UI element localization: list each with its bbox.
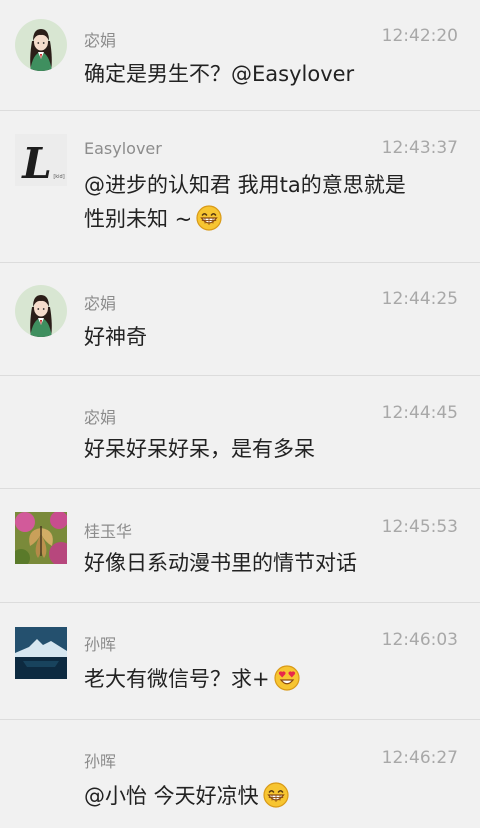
user-name[interactable]: 宓娟 (84, 290, 116, 314)
timestamp: 12:43:37 (381, 138, 458, 158)
message-line-text: 老大有微信号？求+ (84, 667, 270, 691)
user-name[interactable]: 桂玉华 (84, 518, 132, 542)
iceberg-avatar[interactable] (15, 627, 67, 679)
user-name[interactable]: 孙晖 (84, 748, 116, 772)
heart-eyes-emoji (274, 665, 300, 691)
message-item[interactable]: 宓娟 12:44:25 好神奇 (0, 263, 480, 376)
message-line: 性别未知 ~ (84, 202, 460, 236)
timestamp: 12:46:03 (381, 630, 458, 650)
girl-avatar[interactable] (15, 285, 67, 337)
message-item[interactable]: 孙晖 12:46:27 @小怡 今天好凉快 (0, 720, 480, 828)
timestamp: 12:45:53 (381, 517, 458, 537)
message-line-text: @小怡 今天好凉快 (84, 784, 259, 808)
user-name[interactable]: 孙晖 (84, 631, 116, 655)
message-line: @进步的认知君 我用ta的意思就是 (84, 173, 406, 197)
svg-text:[kid]: [kid] (53, 174, 64, 180)
svg-text:L: L (21, 139, 52, 186)
butterfly-avatar[interactable] (15, 512, 67, 564)
timestamp: 12:42:20 (381, 26, 458, 46)
grinning-face-emoji (196, 205, 222, 231)
girl-avatar[interactable] (15, 19, 67, 71)
user-name[interactable]: 宓娟 (84, 404, 116, 428)
message-text: 好神奇 (84, 325, 147, 349)
letter-l-avatar[interactable]: L [kid] (15, 134, 67, 186)
message-item[interactable]: 桂玉华 12:45:53 好像日系动漫书里的情节对话 (0, 489, 480, 603)
message-item[interactable]: 宓娟 12:44:45 好呆好呆好呆，是有多呆 (0, 376, 480, 489)
message-item[interactable]: 宓娟 12:42:20 确定是男生不？@Easylover (0, 0, 480, 111)
user-name[interactable]: 宓娟 (84, 27, 116, 51)
message-text: @进步的认知君 我用ta的意思就是 性别未知 ~ (84, 168, 460, 236)
message-line-text: 性别未知 ~ (84, 207, 193, 231)
message-text: 老大有微信号？求+ (84, 662, 460, 696)
message-item[interactable]: 孙晖 12:46:03 老大有微信号？求+ (0, 603, 480, 720)
timestamp: 12:44:45 (381, 403, 458, 423)
message-item[interactable]: L [kid] Easylover 12:43:37 @进步的认知君 我用ta的… (0, 111, 480, 263)
timestamp: 12:44:25 (381, 289, 458, 309)
grinning-face-emoji (263, 782, 289, 808)
message-text: 好呆好呆好呆，是有多呆 (84, 437, 315, 461)
timestamp: 12:46:27 (381, 748, 458, 768)
message-text: 确定是男生不？@Easylover (84, 62, 355, 86)
message-text: 好像日系动漫书里的情节对话 (84, 551, 357, 575)
user-name[interactable]: Easylover (84, 139, 162, 158)
message-text: @小怡 今天好凉快 (84, 779, 460, 813)
